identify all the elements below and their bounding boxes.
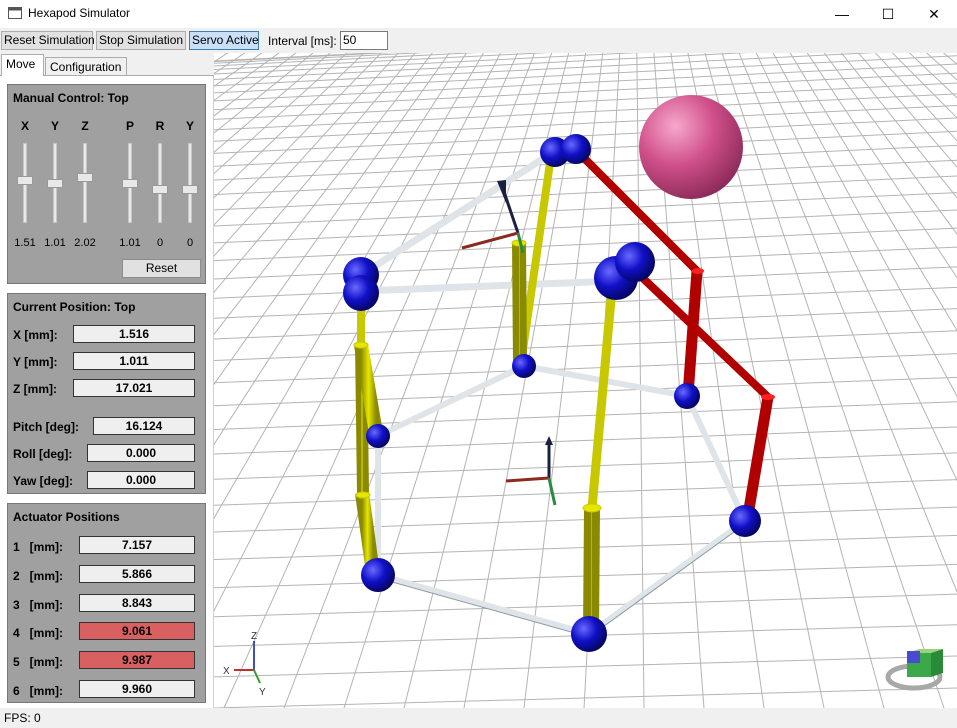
grid-line — [214, 72, 957, 111]
view-cube-icon[interactable] — [885, 649, 943, 691]
grid-line — [214, 452, 957, 480]
grid-line — [214, 401, 957, 430]
x-label: X [mm]: — [13, 328, 58, 342]
pitch-value: 16.124 — [93, 417, 195, 435]
grid-line — [214, 82, 957, 120]
actuator-3-value: 8.843 — [79, 594, 195, 612]
tab-move[interactable]: Move — [1, 54, 44, 76]
maximize-button[interactable]: ☐ — [865, 0, 911, 28]
grid-line — [214, 175, 957, 211]
slider-thumb-3[interactable] — [122, 179, 138, 188]
roll-value: 0.000 — [87, 444, 195, 462]
fps-counter: FPS: 0 — [4, 711, 41, 725]
reset-simulation-button[interactable]: Reset Simulation — [1, 31, 95, 50]
servo-active-toggle[interactable]: Servo Active — [189, 31, 259, 50]
slider-track-2[interactable] — [83, 143, 87, 223]
y-value: 1.011 — [73, 352, 195, 370]
grid-line — [214, 330, 957, 361]
actuator-positions-title: Actuator Positions — [13, 510, 120, 524]
actuator-4-value: 9.061 — [79, 622, 195, 640]
slider-value-4: 0 — [156, 237, 164, 249]
z-label: Z [mm]: — [13, 382, 57, 396]
slider-track-4[interactable] — [158, 143, 162, 223]
slider-thumb-0[interactable] — [17, 176, 33, 185]
grid-line — [214, 93, 957, 131]
z-value: 17.021 — [73, 379, 195, 397]
status-bar: FPS: 0 — [0, 708, 957, 728]
interval-label: Interval [ms]: — [268, 34, 337, 48]
actuator-6-value: 9.960 — [79, 680, 195, 698]
slider-value-3: 1.01 — [119, 237, 141, 249]
grid-line — [214, 159, 957, 196]
slider-thumb-5[interactable] — [182, 185, 198, 194]
grid-line — [214, 376, 957, 407]
axis-indicator: Z X Y — [223, 631, 266, 698]
interval-input[interactable]: 50 — [340, 31, 388, 50]
actuator-4-label: 4 [mm]: — [13, 626, 64, 640]
minimize-button[interactable]: — — [819, 0, 865, 28]
slider-label-2: Z — [81, 119, 89, 133]
actuator-2-value: 5.866 — [79, 565, 195, 583]
3d-viewport[interactable]: Z X Y — [214, 53, 957, 708]
manual-control-title: Manual Control: Top — [13, 91, 129, 105]
reset-button[interactable]: Reset — [122, 259, 201, 278]
actuator-1-value: 7.157 — [79, 536, 195, 554]
window-title: Hexapod Simulator — [28, 6, 131, 20]
toolbar: Reset Simulation Stop Simulation Servo A… — [0, 28, 957, 53]
slider-value-1: 1.01 — [44, 237, 66, 249]
control-panel: Manual Control: Top X 1.51 Y 1.01 Z 2.02 P 1.01… — [0, 75, 214, 708]
actuator-6-label: 6 [mm]: — [13, 684, 64, 698]
roll-label: Roll [deg]: — [13, 447, 73, 461]
stop-simulation-button[interactable]: Stop Simulation — [96, 31, 186, 50]
slider-thumb-2[interactable] — [77, 173, 93, 182]
slider-label-4: R — [155, 119, 165, 133]
slider-label-3: P — [125, 119, 134, 133]
grid-line — [214, 227, 957, 262]
axis-y-label: Y — [259, 687, 266, 698]
actuator-5-label: 5 [mm]: — [13, 655, 64, 669]
close-button[interactable]: ✕ — [911, 0, 957, 28]
actuator-3-label: 3 [mm]: — [13, 598, 64, 612]
current-position-title: Current Position: Top — [13, 300, 136, 314]
app-window-icon — [8, 7, 22, 19]
slider-value-5: 0 — [186, 237, 194, 249]
grid-line — [214, 687, 957, 708]
y-label: Y [mm]: — [13, 355, 58, 369]
slider-thumb-4[interactable] — [152, 185, 168, 194]
yaw-value: 0.000 — [87, 471, 195, 489]
axis-x-label: X — [223, 666, 230, 677]
yaw-label: Yaw [deg]: — [13, 474, 74, 488]
pitch-label: Pitch [deg]: — [13, 420, 79, 434]
manual-control-group: Manual Control: Top X 1.51 Y 1.01 Z 2.02 P 1.01… — [7, 84, 206, 284]
slider-label-5: Y — [185, 119, 194, 133]
title-bar: Hexapod Simulator — ☐ ✕ — [0, 0, 957, 28]
slider-thumb-1[interactable] — [47, 179, 63, 188]
current-position-group: Current Position: Top X [mm]: 1.516 Y [m… — [7, 293, 206, 494]
slider-value-2: 2.02 — [74, 237, 96, 249]
slider-value-0: 1.51 — [14, 237, 36, 249]
scene-canvas[interactable]: Z X Y — [214, 53, 957, 708]
actuator-positions-group: Actuator Positions 1 [mm]: 7.157 2 [mm]:… — [7, 503, 206, 703]
x-value: 1.516 — [73, 325, 195, 343]
grid-line — [214, 426, 957, 455]
grid-line — [214, 246, 957, 280]
actuator-5-value: 9.987 — [79, 651, 195, 669]
actuator-2-label: 2 [mm]: — [13, 569, 64, 583]
slider-label-1: Y — [50, 119, 59, 133]
slider-track-5[interactable] — [188, 143, 192, 223]
grid-line — [214, 209, 957, 244]
tab-configuration[interactable]: Configuration — [45, 57, 127, 76]
slider-label-0: X — [20, 119, 29, 133]
grid-line — [214, 479, 957, 506]
actuator-1-label: 1 [mm]: — [13, 540, 64, 554]
target-sphere — [639, 95, 743, 199]
axis-z-label: Z — [251, 631, 257, 642]
